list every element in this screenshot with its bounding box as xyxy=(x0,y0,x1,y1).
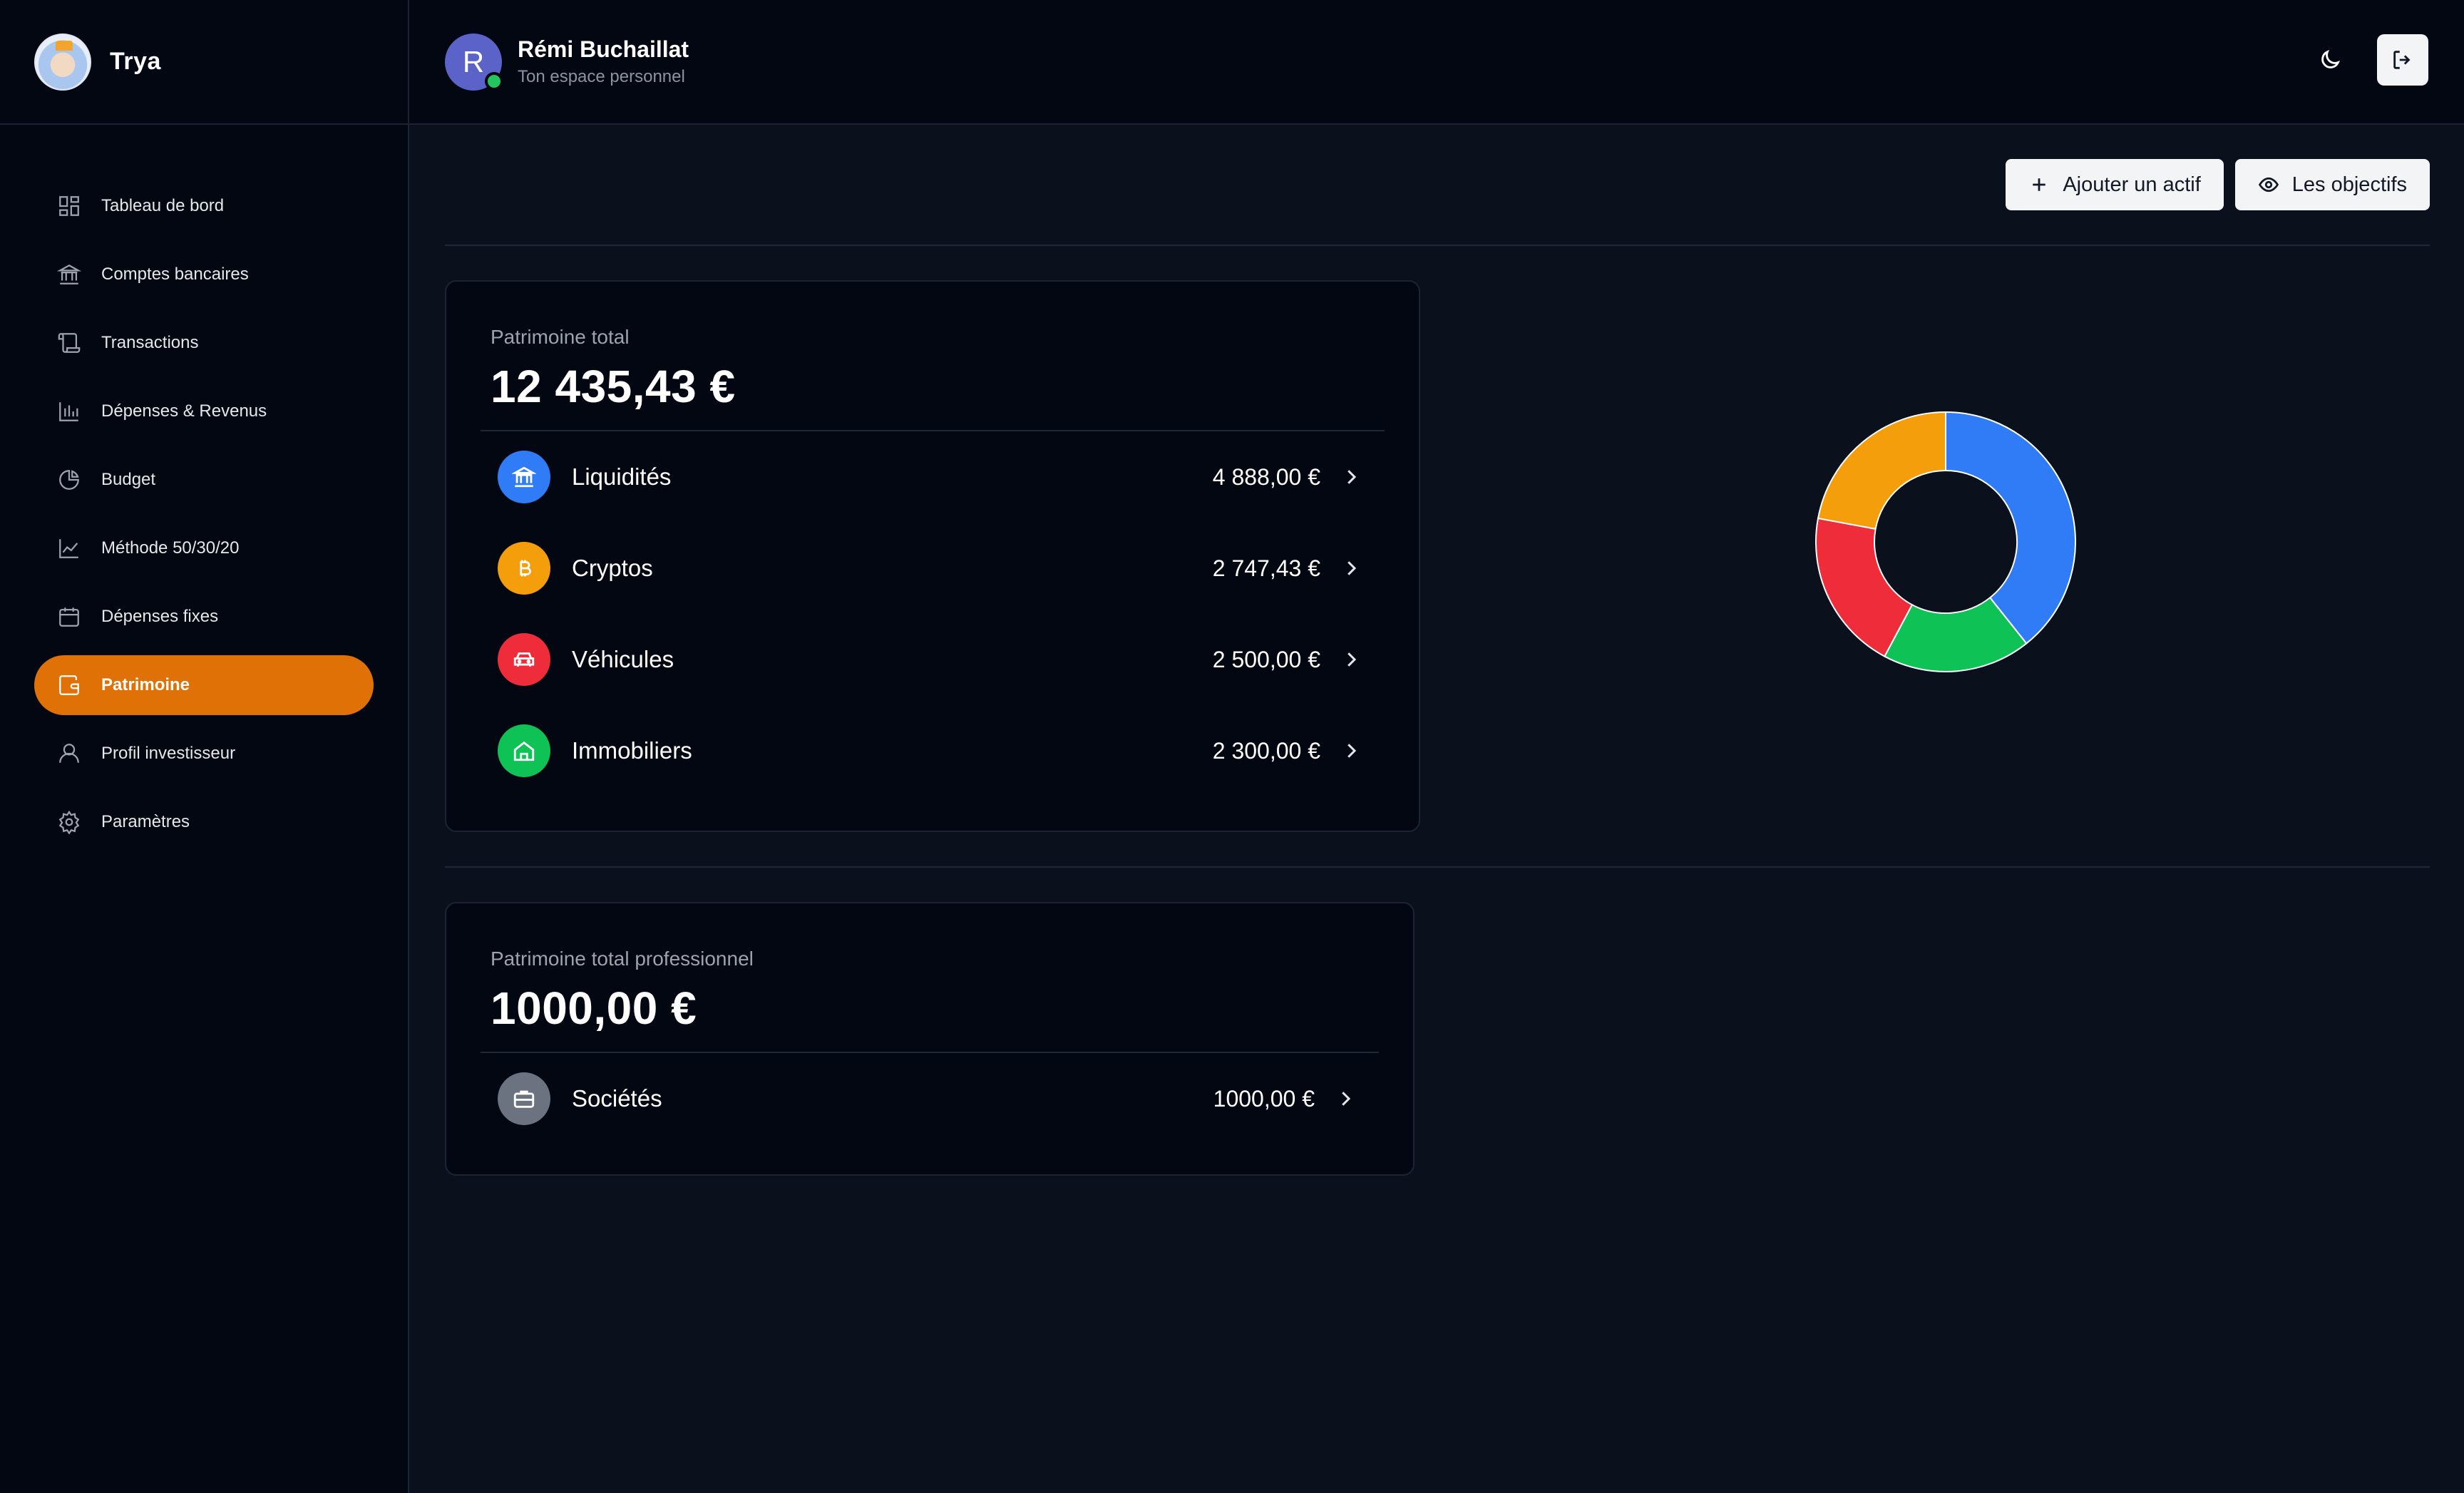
app-name: Trya xyxy=(110,48,161,75)
asset-value: 4 888,00 € xyxy=(1212,463,1320,490)
sidebar-item-budget[interactable]: Budget xyxy=(34,450,374,510)
asset-value: 2 747,43 € xyxy=(1212,555,1320,581)
asset-value: 2 500,00 € xyxy=(1212,646,1320,672)
bank-icon xyxy=(57,264,81,284)
app-logo xyxy=(34,33,91,91)
sidebar-item-label: Comptes bancaires xyxy=(101,265,249,284)
logout-button[interactable] xyxy=(2377,34,2428,86)
personal-total: 12 435,43 € xyxy=(491,361,736,412)
line-chart-icon xyxy=(59,539,78,558)
user-name: Rémi Buchaillat xyxy=(518,36,689,62)
sidebar-item-label: Dépenses & Revenus xyxy=(101,401,267,421)
sidebar-item-label: Profil investisseur xyxy=(101,744,236,763)
pie-icon xyxy=(59,470,79,490)
asset-value: 1000,00 € xyxy=(1213,1085,1315,1112)
plus-icon xyxy=(2033,178,2046,191)
goals-label: Les objectifs xyxy=(2291,173,2407,196)
asset-row-societes[interactable]: Sociétés 1000,00 € xyxy=(446,1053,1413,1144)
sidebar-item-label: Dépenses fixes xyxy=(101,607,219,626)
main-content: Ajouter un actif Les objectifs Patrimoin… xyxy=(409,125,2464,1493)
asset-name: Sociétés xyxy=(572,1085,662,1112)
wallet-icon xyxy=(59,675,79,695)
user-info: Rémi Buchaillat Ton espace personnel xyxy=(518,36,689,87)
sidebar-item-comptes-bancaires[interactable]: Comptes bancaires xyxy=(34,245,374,304)
asset-row-liquidites[interactable]: Liquidités 4 888,00 € xyxy=(446,431,1419,523)
eye-icon xyxy=(2258,177,2279,193)
gear-icon xyxy=(58,810,80,834)
sidebar-item-profil-investisseur[interactable]: Profil investisseur xyxy=(34,724,374,784)
card-label: Patrimoine total professionnel xyxy=(491,948,754,970)
add-asset-button[interactable]: Ajouter un actif xyxy=(2006,159,2224,210)
sidebar-item-label: Transactions xyxy=(101,333,199,352)
dashboard-icon xyxy=(59,196,79,216)
top-header: R Rémi Buchaillat Ton espace personnel xyxy=(409,0,2464,125)
header-actions xyxy=(2304,34,2428,86)
sidebar-nav: Tableau de bord Comptes bancaires Transa… xyxy=(0,125,408,852)
asset-row-immobiliers[interactable]: Immobiliers 2 300,00 € xyxy=(446,705,1419,796)
patrimony-donut-chart xyxy=(1815,411,2076,672)
chevron-right-icon xyxy=(1342,1092,1351,1106)
asset-name: Liquidités xyxy=(572,463,672,490)
user-subtitle: Ton espace personnel xyxy=(518,67,685,86)
chevron-right-icon xyxy=(1348,744,1357,758)
donut-slice-cryptos[interactable] xyxy=(1817,411,1946,530)
donut-slice-liquidités[interactable] xyxy=(1945,411,2076,645)
user-icon xyxy=(59,744,79,763)
asset-row-cryptos[interactable]: Cryptos 2 747,43 € xyxy=(446,523,1419,614)
personal-patrimony-card: Patrimoine total 12 435,43 € Liquidités … xyxy=(445,280,1420,832)
add-asset-label: Ajouter un actif xyxy=(2063,173,2201,196)
sidebar-item-label: Tableau de bord xyxy=(101,196,225,215)
section-divider xyxy=(445,866,2430,868)
theme-toggle-button[interactable] xyxy=(2304,34,2356,86)
sidebar-item-tableau-de-bord[interactable]: Tableau de bord xyxy=(34,176,374,236)
chevron-right-icon xyxy=(1348,652,1357,667)
logout-icon xyxy=(2393,51,2411,69)
card-label: Patrimoine total xyxy=(491,326,630,348)
sidebar-item-label: Budget xyxy=(101,470,156,489)
asset-name: Immobiliers xyxy=(572,737,692,764)
professional-total: 1000,00 € xyxy=(491,982,697,1034)
bitcoin-icon xyxy=(498,542,550,595)
sidebar-item-parametres[interactable]: Paramètres xyxy=(34,792,374,852)
asset-row-vehicules[interactable]: Véhicules 2 500,00 € xyxy=(446,614,1419,705)
asset-value: 2 300,00 € xyxy=(1212,737,1320,764)
chevron-right-icon xyxy=(1348,470,1357,484)
sidebar-item-label: Méthode 50/30/20 xyxy=(101,538,240,558)
sidebar-item-label: Paramètres xyxy=(101,812,190,831)
house-icon xyxy=(498,724,550,777)
sidebar: Trya Tableau de bord Comptes bancaires T… xyxy=(0,0,409,1493)
moon-icon xyxy=(2321,49,2341,68)
sidebar-item-methode-50-30-20[interactable]: Méthode 50/30/20 xyxy=(34,518,374,578)
online-status-dot xyxy=(485,71,503,91)
briefcase-icon xyxy=(498,1072,550,1125)
bank-icon xyxy=(498,451,550,503)
bar-chart-icon xyxy=(59,402,78,421)
sidebar-item-label: Patrimoine xyxy=(101,675,190,694)
chevron-right-icon xyxy=(1348,561,1357,575)
sidebar-item-depenses-revenus[interactable]: Dépenses & Revenus xyxy=(34,381,374,441)
scroll-icon xyxy=(58,333,81,353)
calendar-icon xyxy=(59,607,79,627)
sidebar-item-patrimoine[interactable]: Patrimoine xyxy=(34,655,374,715)
sidebar-item-transactions[interactable]: Transactions xyxy=(34,313,374,373)
section-divider xyxy=(445,245,2430,246)
professional-patrimony-card: Patrimoine total professionnel 1000,00 €… xyxy=(445,902,1415,1176)
brand[interactable]: Trya xyxy=(0,0,408,125)
toolbar: Ajouter un actif Les objectifs xyxy=(2006,159,2430,210)
asset-name: Véhicules xyxy=(572,646,674,672)
asset-name: Cryptos xyxy=(572,555,653,581)
car-icon xyxy=(498,633,550,686)
avatar-initial: R xyxy=(462,44,485,78)
goals-button[interactable]: Les objectifs xyxy=(2234,159,2430,210)
sidebar-item-depenses-fixes[interactable]: Dépenses fixes xyxy=(34,587,374,647)
avatar[interactable]: R xyxy=(445,33,503,91)
